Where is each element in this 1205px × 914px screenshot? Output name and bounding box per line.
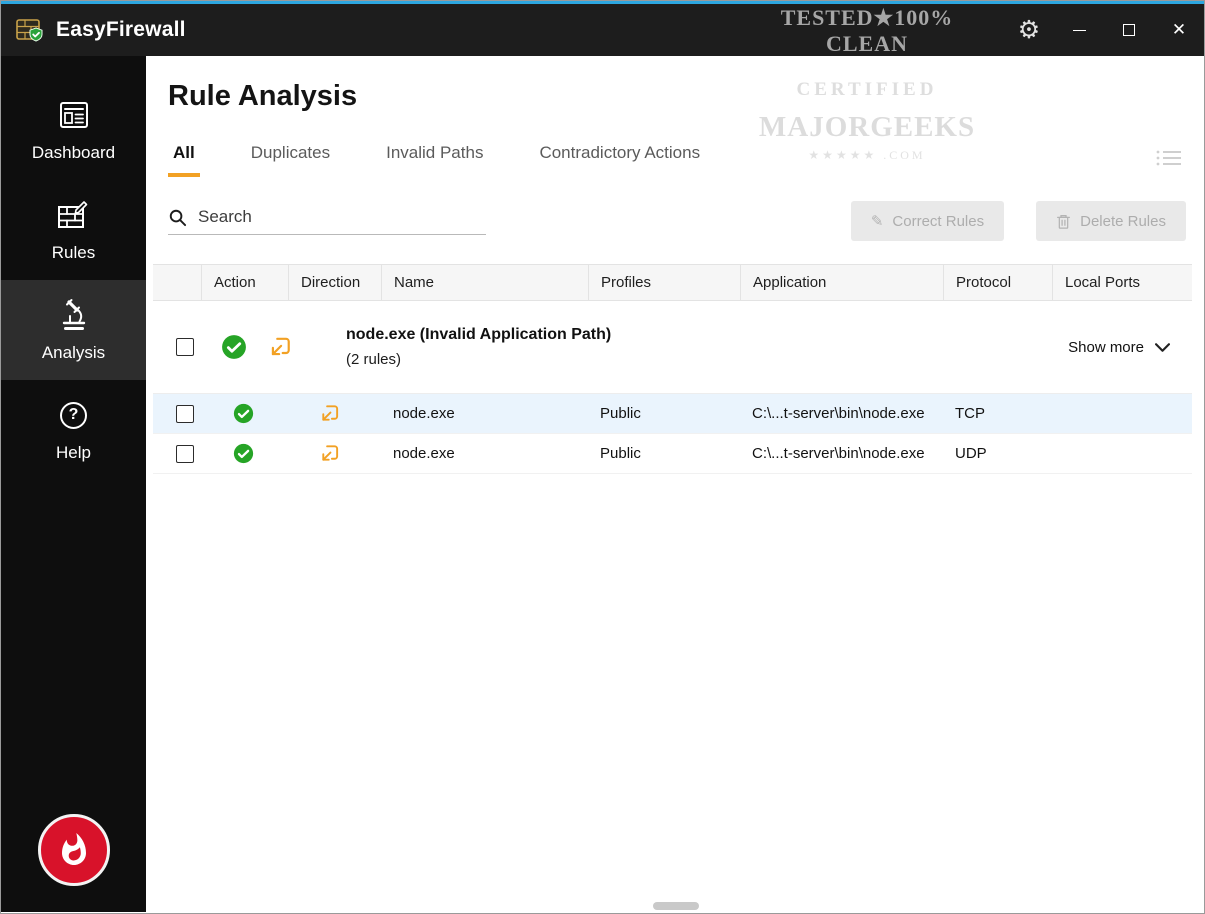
sidebar-item-help[interactable]: ? Help bbox=[1, 380, 146, 480]
tab-contradictory-actions[interactable]: Contradictory Actions bbox=[534, 143, 705, 177]
gear-glyph: ⚙ bbox=[1017, 16, 1041, 44]
rules-table: Action Direction Name Profiles Applicati… bbox=[153, 264, 1192, 474]
search-box[interactable] bbox=[168, 207, 486, 235]
flame-icon bbox=[56, 832, 92, 868]
sidebar-item-rules[interactable]: Rules bbox=[1, 180, 146, 280]
allow-check-icon bbox=[221, 334, 247, 360]
inbound-direction-icon bbox=[288, 434, 381, 473]
question-mark: ? bbox=[68, 406, 79, 423]
app-title-easy: Easy bbox=[56, 18, 106, 41]
rule-local-ports bbox=[1052, 394, 1192, 433]
delete-rules-label: Delete Rules bbox=[1080, 212, 1166, 230]
inbound-direction-icon bbox=[288, 394, 381, 433]
col-name: Name bbox=[381, 265, 588, 300]
tab-invalid-paths[interactable]: Invalid Paths bbox=[381, 143, 488, 177]
tab-duplicates[interactable]: Duplicates bbox=[246, 143, 335, 177]
minimize-icon bbox=[1072, 29, 1086, 31]
close-icon: ✕ bbox=[1171, 20, 1187, 39]
settings-gear-icon[interactable]: ⚙ bbox=[1004, 4, 1054, 56]
sidebar: Dashboard Rules Analysis ? Help bbox=[1, 56, 146, 912]
correct-rules-button[interactable]: ✎ Correct Rules bbox=[850, 201, 1005, 241]
rule-application: C:\...t-server\bin\node.exe bbox=[752, 445, 925, 462]
table-header: Action Direction Name Profiles Applicati… bbox=[153, 264, 1192, 301]
col-checkbox bbox=[153, 265, 201, 300]
titlebar: EasyFirewall ⚙ ✕ bbox=[1, 1, 1204, 56]
help-icon: ? bbox=[60, 397, 87, 433]
rule-local-ports bbox=[1052, 434, 1192, 473]
main-content: Rule Analysis All Duplicates Invalid Pat… bbox=[146, 56, 1204, 912]
inbound-direction-icon bbox=[268, 335, 292, 359]
sidebar-item-label: Dashboard bbox=[31, 143, 116, 162]
rule-profiles: Public bbox=[600, 445, 641, 462]
col-local-ports: Local Ports bbox=[1052, 265, 1192, 300]
col-profiles: Profiles bbox=[588, 265, 740, 300]
rules-icon bbox=[57, 197, 91, 233]
window-controls: ⚙ ✕ bbox=[1004, 4, 1204, 56]
chevron-down-icon bbox=[1155, 342, 1170, 352]
sidebar-item-label: Help bbox=[56, 443, 91, 462]
allow-check-icon bbox=[201, 394, 288, 433]
search-icon bbox=[168, 208, 187, 227]
maximize-icon bbox=[1123, 24, 1135, 36]
trash-icon bbox=[1056, 213, 1071, 230]
group-titles: node.exe (Invalid Application Path) (2 r… bbox=[346, 326, 611, 368]
col-direction: Direction bbox=[288, 265, 381, 300]
col-action: Action bbox=[201, 265, 288, 300]
list-view-icon[interactable] bbox=[1156, 149, 1182, 172]
sidebar-item-analysis[interactable]: Analysis bbox=[1, 280, 146, 380]
firewall-flame-button[interactable] bbox=[37, 814, 110, 886]
row-checkbox[interactable] bbox=[176, 404, 194, 423]
app-logo-icon bbox=[14, 14, 46, 46]
search-input[interactable] bbox=[198, 207, 486, 227]
app-title: EasyFirewall bbox=[56, 18, 186, 42]
sidebar-item-dashboard[interactable]: Dashboard bbox=[1, 80, 146, 180]
rule-name: node.exe bbox=[393, 445, 455, 462]
rule-protocol: TCP bbox=[955, 405, 985, 422]
delete-rules-button[interactable]: Delete Rules bbox=[1036, 201, 1186, 241]
maximize-button[interactable] bbox=[1104, 4, 1154, 56]
rule-actions: ✎ Correct Rules Delete Rules bbox=[850, 201, 1186, 241]
group-checkbox[interactable] bbox=[176, 338, 194, 356]
allow-check-icon bbox=[201, 434, 288, 473]
rule-application: C:\...t-server\bin\node.exe bbox=[752, 405, 925, 422]
rule-name: node.exe bbox=[393, 405, 455, 422]
group-title: node.exe (Invalid Application Path) bbox=[346, 326, 612, 343]
rule-group-row: node.exe (Invalid Application Path) (2 r… bbox=[153, 301, 1192, 394]
app-window: EasyFirewall ⚙ ✕ Dashboard Rules Analysi… bbox=[0, 0, 1205, 914]
correct-rules-label: Correct Rules bbox=[892, 212, 985, 230]
microscope-icon bbox=[57, 297, 91, 333]
pencil-icon: ✎ bbox=[870, 213, 884, 230]
col-protocol: Protocol bbox=[943, 265, 1052, 300]
minimize-button[interactable] bbox=[1054, 4, 1104, 56]
tab-all[interactable]: All bbox=[168, 143, 200, 177]
rule-profiles: Public bbox=[600, 405, 641, 422]
table-row: node.exe Public C:\...t-server\bin\node.… bbox=[153, 394, 1192, 434]
sidebar-item-label: Rules bbox=[51, 243, 96, 262]
col-application: Application bbox=[740, 265, 943, 300]
dashboard-icon bbox=[57, 97, 91, 133]
horizontal-scrollbar-thumb[interactable] bbox=[653, 902, 699, 910]
tabs: All Duplicates Invalid Paths Contradicto… bbox=[168, 143, 1182, 177]
page-title: Rule Analysis bbox=[168, 80, 358, 112]
app-title-firewall: Firewall bbox=[105, 18, 186, 41]
rule-protocol: UDP bbox=[955, 445, 987, 462]
row-checkbox[interactable] bbox=[176, 444, 194, 463]
sidebar-item-label: Analysis bbox=[41, 343, 106, 362]
table-row: node.exe Public C:\...t-server\bin\node.… bbox=[153, 434, 1192, 474]
group-rule-count: (2 rules) bbox=[346, 351, 402, 368]
show-more-label: Show more bbox=[1068, 338, 1144, 356]
show-more-button[interactable]: Show more bbox=[1068, 339, 1170, 356]
search-row: ✎ Correct Rules bbox=[168, 201, 1186, 241]
close-button[interactable]: ✕ bbox=[1154, 4, 1204, 56]
